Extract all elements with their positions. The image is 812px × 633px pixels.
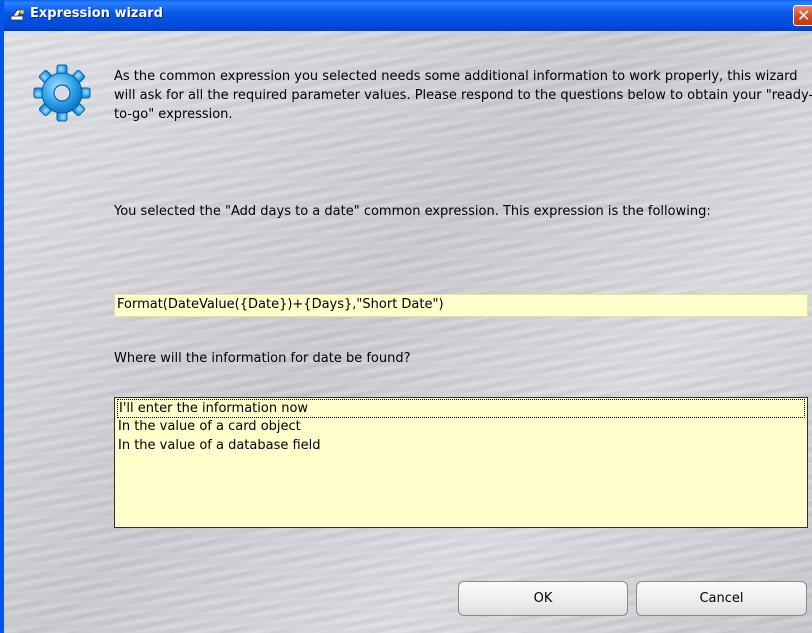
intro-text: As the common expression you selected ne… (114, 69, 812, 122)
title-bar[interactable]: Expression wizard ✕ (4, 0, 812, 31)
expression-wizard-window: Expression wizard ✕ As the common expres… (0, 0, 812, 633)
close-button[interactable]: ✕ (793, 5, 812, 26)
source-listbox[interactable]: I'll enter the information now In the va… (114, 397, 808, 528)
gear-icon (33, 64, 91, 122)
wizard-icon (10, 9, 24, 21)
close-icon: ✕ (797, 6, 811, 25)
selected-expression-text: You selected the "Add days to a date" co… (114, 204, 711, 219)
cancel-button[interactable]: Cancel (636, 581, 807, 616)
ok-button[interactable]: OK (458, 581, 628, 616)
expression-field[interactable]: Format(DateValue({Date})+{Days},"Short D… (114, 294, 808, 317)
question-label: Where will the information for date be f… (114, 351, 411, 366)
list-item-database-field[interactable]: In the value of a database field (117, 437, 805, 456)
dialog-body: As the common expression you selected ne… (4, 31, 812, 633)
list-item-card-object[interactable]: In the value of a card object (117, 418, 805, 437)
list-item-enter-now[interactable]: I'll enter the information now (117, 399, 805, 418)
window-title: Expression wizard (30, 6, 163, 21)
